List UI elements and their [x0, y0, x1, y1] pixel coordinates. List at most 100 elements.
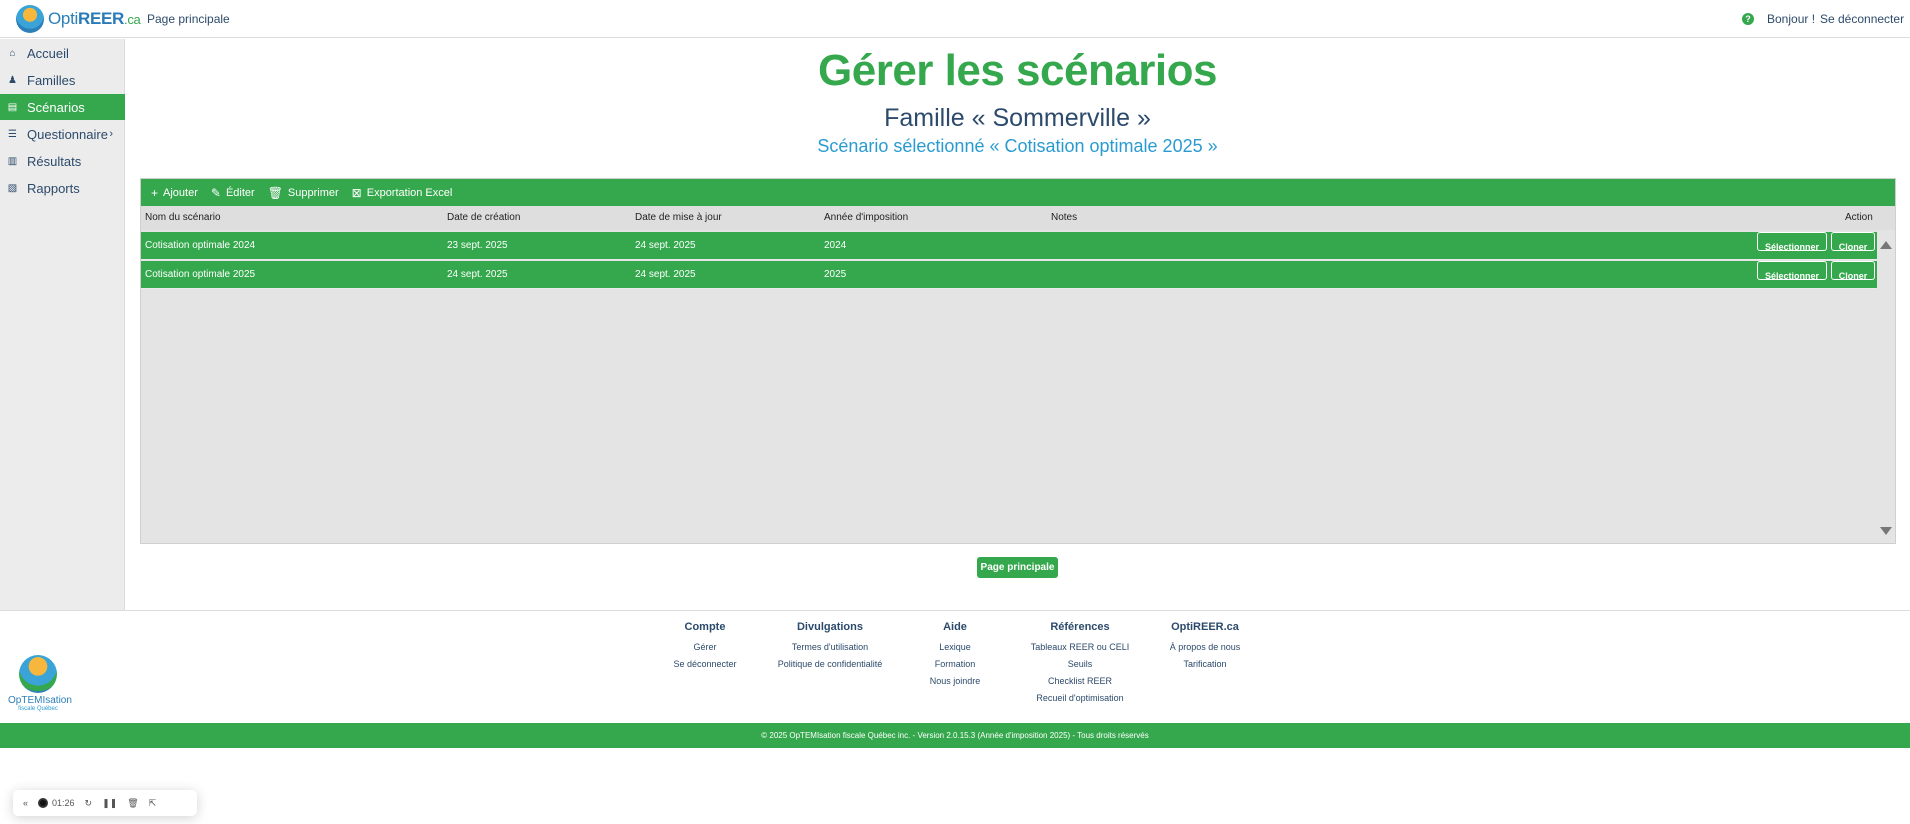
footer-link-gerer[interactable]: Gérer — [670, 639, 740, 656]
footer-link-about[interactable]: À propos de nous — [1160, 639, 1250, 656]
export-label: Exportation Excel — [366, 186, 453, 199]
sidebar-item-accueil[interactable]: ⌂ Accueil — [0, 40, 125, 66]
footer: OpTEMIsation fiscale Québec Compte Gérer… — [0, 610, 1910, 723]
pencil-icon: ✎ — [210, 185, 221, 200]
cursor-icon[interactable]: ⇱ — [149, 798, 157, 809]
footer-link-terms[interactable]: Termes d'utilisation — [770, 639, 890, 656]
footer-column-references: Références Tableaux REER ou CELI Seuils … — [1030, 621, 1130, 707]
trash-icon[interactable]: 🗑 — [127, 798, 138, 809]
footer-link-lexique[interactable]: Lexique — [920, 639, 990, 656]
trash-icon: 🗑 — [267, 185, 283, 200]
grid-toolbar: + Ajouter ✎ Éditer 🗑 Supprimer ⊠ Exportation… — [141, 179, 1895, 206]
sidebar-item-label: Résultats — [27, 153, 82, 169]
pause-icon[interactable]: ❚❚ — [102, 798, 117, 809]
collapse-icon[interactable]: « — [23, 798, 28, 808]
restart-icon[interactable]: ↻ — [85, 798, 93, 809]
footer-column-optireer: OptiREER.ca À propos de nous Tarificatio… — [1160, 621, 1250, 673]
table-row[interactable]: Cotisation optimale 2024 23 sept. 2025 2… — [141, 232, 1877, 260]
scroll-down-arrow-icon[interactable] — [1880, 527, 1892, 535]
cell-created: 24 sept. 2025 — [447, 269, 508, 280]
chart-icon: ▥ — [7, 155, 18, 167]
add-label: Ajouter — [163, 186, 198, 199]
footer-column-title: Compte — [684, 621, 726, 633]
family-icon: ♟ — [8, 74, 17, 86]
logo-ca: .ca — [124, 12, 141, 27]
sidebar-item-familles[interactable]: ♟ Familles — [0, 67, 125, 93]
footer-column-aide: Aide Lexique Formation Nous joindre — [920, 621, 990, 690]
logo-text: OptiREER.ca — [48, 9, 141, 29]
chevron-right-icon: › — [109, 128, 113, 140]
footer-link-pricing[interactable]: Tarification — [1160, 656, 1250, 673]
copyright-bar: © 2025 OpTEMIsation fiscale Québec inc. … — [0, 723, 1910, 748]
cell-tax-year: 2024 — [824, 240, 847, 251]
help-icon[interactable]: ? — [1742, 13, 1754, 25]
footer-link-checklist[interactable]: Checklist REER — [1030, 673, 1130, 690]
footer-column-title: Références — [1050, 621, 1110, 633]
sidebar-item-questionnaire[interactable]: ☰ Questionnaire › — [0, 121, 125, 147]
footer-column-title: Divulgations — [796, 621, 863, 633]
select-button[interactable]: Sélectionner — [1757, 261, 1827, 281]
optemisation-logo-icon — [19, 655, 57, 693]
column-header-updated[interactable]: Date de mise à jour — [635, 206, 722, 230]
optireer-logo[interactable]: OptiREER.ca — [16, 4, 141, 34]
column-header-name[interactable]: Nom du scénario — [145, 206, 221, 230]
footer-link-tableaux[interactable]: Tableaux REER ou CELI — [1030, 639, 1130, 656]
greeting-text: Bonjour ! — [1767, 12, 1816, 26]
sidebar-item-label: Rapports — [27, 180, 80, 196]
cell-created: 23 sept. 2025 — [447, 240, 508, 251]
report-icon: ▧ — [7, 182, 18, 194]
cell-name: Cotisation optimale 2025 — [145, 269, 256, 280]
column-header-action: Action — [1845, 212, 1873, 223]
sidebar-item-label: Questionnaire — [27, 126, 108, 142]
cell-tax-year: 2025 — [824, 269, 847, 280]
page-title: Gérer les scénarios — [818, 46, 1217, 95]
footer-link-privacy[interactable]: Politique de confidentialité — [770, 656, 890, 673]
home-icon: ⌂ — [9, 47, 16, 59]
select-button[interactable]: Sélectionner — [1757, 232, 1827, 252]
home-link[interactable]: Page principale — [147, 12, 230, 26]
sidebar-item-label: Accueil — [27, 45, 69, 61]
column-header-notes[interactable]: Notes — [1051, 206, 1077, 230]
logout-link[interactable]: Se déconnecter — [1820, 12, 1904, 26]
clone-button[interactable]: Cloner — [1831, 232, 1875, 252]
family-subtitle: Famille « Sommerville » — [884, 104, 1151, 132]
footer-column-title: Aide — [943, 621, 967, 633]
delete-label: Supprimer — [287, 186, 339, 199]
footer-logo-text: OpTEMIsation — [8, 695, 72, 706]
footer-link-formation[interactable]: Formation — [920, 656, 990, 673]
logo-reer: REER — [77, 9, 125, 28]
footer-logo-subtext: fiscale Québec — [18, 706, 58, 712]
delete-button[interactable]: 🗑 Supprimer — [268, 186, 339, 200]
sidebar-item-resultats[interactable]: ▥ Résultats — [0, 148, 125, 174]
footer-column-compte: Compte Gérer Se déconnecter — [670, 621, 740, 673]
sidebar-item-rapports[interactable]: ▧ Rapports — [0, 175, 125, 201]
add-button[interactable]: + Ajouter — [151, 186, 198, 200]
footer-column-title: OptiREER.ca — [1171, 621, 1239, 633]
footer-link-logout[interactable]: Se déconnecter — [670, 656, 740, 673]
cell-updated: 24 sept. 2025 — [635, 269, 696, 280]
recording-time: 01:26 — [52, 798, 75, 808]
questionnaire-icon: ☰ — [8, 128, 17, 140]
table-row[interactable]: Cotisation optimale 2025 24 sept. 2025 2… — [141, 261, 1877, 289]
scenario-icon: ▤ — [7, 101, 18, 113]
record-icon[interactable] — [38, 798, 49, 808]
grid-header: Nom du scénario Date de création Date de… — [141, 206, 1895, 230]
footer-column-divulgations: Divulgations Termes d'utilisation Politi… — [770, 621, 890, 673]
sidebar-item-scenarios[interactable]: ▤ Scénarios — [0, 94, 125, 120]
excel-export-button[interactable]: ⊠ Exportation Excel — [352, 186, 453, 200]
scenario-grid: + Ajouter ✎ Éditer 🗑 Supprimer ⊠ Exportation… — [140, 178, 1896, 544]
footer-logo[interactable]: OpTEMIsation fiscale Québec — [8, 655, 72, 712]
edit-label: Éditer — [225, 186, 255, 199]
logo-icon — [16, 5, 44, 33]
column-header-tax-year[interactable]: Année d'imposition — [824, 206, 908, 230]
footer-link-recueil[interactable]: Recueil d'optimisation — [1030, 690, 1130, 707]
footer-link-contact[interactable]: Nous joindre — [920, 673, 990, 690]
clone-button[interactable]: Cloner — [1831, 261, 1875, 281]
edit-button[interactable]: ✎ Éditer — [211, 186, 255, 200]
scroll-up-arrow-icon[interactable] — [1880, 241, 1892, 249]
column-header-created[interactable]: Date de création — [447, 206, 520, 230]
main-page-button[interactable]: Page principale — [977, 557, 1058, 578]
excel-icon: ⊠ — [351, 185, 362, 200]
footer-link-seuils[interactable]: Seuils — [1030, 656, 1130, 673]
sidebar-item-label: Familles — [27, 72, 76, 88]
